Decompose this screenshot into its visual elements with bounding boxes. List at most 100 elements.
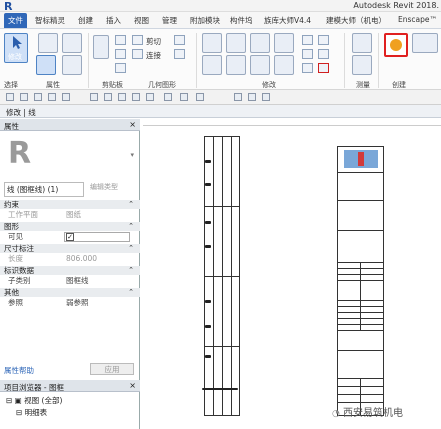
redo-icon[interactable] <box>62 93 70 101</box>
tree-node-label: 视图 (全部) <box>24 396 63 405</box>
create-similar-button[interactable] <box>384 33 408 57</box>
split-icon[interactable] <box>302 35 313 45</box>
title-block-line <box>360 262 361 330</box>
pin-icon[interactable] <box>318 35 329 45</box>
category-label: 图形 <box>4 222 19 231</box>
dimension-qat-icon[interactable] <box>118 93 126 101</box>
offset-button[interactable] <box>226 33 246 53</box>
paste-button[interactable] <box>93 35 109 59</box>
category-label: 标识数据 <box>4 266 34 275</box>
measure-button[interactable] <box>352 33 372 53</box>
save-icon[interactable] <box>20 93 28 101</box>
cut-button[interactable]: 剪切 <box>146 36 161 47</box>
mirror-draw-button[interactable] <box>274 33 294 53</box>
tree-node-schedules[interactable]: ⊟ 明细表 <box>16 407 47 418</box>
type-selector[interactable]: R ▾ <box>4 135 136 177</box>
tab-enscape[interactable]: Enscape™ <box>398 15 437 24</box>
tab-insert[interactable]: 插入 <box>106 15 121 26</box>
logo-mark <box>358 152 364 166</box>
category-label: 尺寸标注 <box>4 244 34 253</box>
tree-node-views[interactable]: ⊟ ▣ 视图 (全部) <box>6 395 62 406</box>
select-all-instances-icon[interactable] <box>115 63 126 73</box>
tab-family-master[interactable]: 族库大师V4.4 <box>264 15 311 26</box>
dimension-button[interactable] <box>352 55 372 75</box>
thin-lines-icon[interactable] <box>196 93 204 101</box>
mirror-axis-button[interactable] <box>250 33 270 53</box>
property-key: 工作平面 <box>8 210 38 219</box>
subcategory-button[interactable] <box>412 33 438 53</box>
quick-access-toolbar <box>0 90 441 105</box>
tag-icon[interactable] <box>132 93 140 101</box>
tab-file[interactable]: 文件 <box>4 13 27 28</box>
cut-geometry-icon[interactable] <box>132 35 143 45</box>
cursor-icon <box>13 36 22 49</box>
tab-view[interactable]: 视图 <box>134 15 149 26</box>
trim-button[interactable] <box>274 55 294 75</box>
category-other[interactable]: 其他 ⌃ <box>0 288 140 297</box>
apply-button[interactable]: 应用 <box>90 363 134 375</box>
print-icon[interactable] <box>90 93 98 101</box>
text-mark <box>205 300 211 303</box>
move-button[interactable] <box>202 55 222 75</box>
tab-modeling-master[interactable]: 建模大师（机电） <box>326 15 386 26</box>
wall-joins-icon[interactable] <box>174 35 185 45</box>
array-icon[interactable] <box>302 49 313 59</box>
tab-smart-label[interactable]: 智标精灵 <box>35 15 65 26</box>
switch-windows-icon[interactable] <box>234 93 242 101</box>
close-icon[interactable]: × <box>129 120 136 129</box>
text-icon[interactable] <box>146 93 154 101</box>
group-clipboard: 剪贴板 <box>102 81 123 89</box>
property-visible: 可见 ✓ <box>0 231 140 242</box>
category-dimensions[interactable]: 尺寸标注 ⌃ <box>0 244 140 253</box>
text-mark <box>205 245 211 248</box>
modify-button[interactable]: 修改 <box>4 33 28 63</box>
tab-manage[interactable]: 管理 <box>162 15 177 26</box>
3d-view-icon[interactable] <box>164 93 172 101</box>
close-icon[interactable]: × <box>129 381 136 390</box>
close-hidden-icon[interactable] <box>248 93 256 101</box>
rotate-button[interactable] <box>250 55 270 75</box>
copy-button[interactable] <box>226 55 246 75</box>
tab-component-dock[interactable]: 构件坞 <box>230 15 253 26</box>
delete-icon[interactable] <box>318 63 329 73</box>
property-key: 可见 <box>8 232 23 241</box>
section-icon[interactable] <box>180 93 188 101</box>
project-browser-title: 项目浏览器 - 图框 <box>4 383 64 392</box>
undo-icon[interactable] <box>48 93 56 101</box>
category-constraints[interactable]: 约束 ⌃ <box>0 200 140 209</box>
tab-create[interactable]: 创建 <box>78 15 93 26</box>
unpin-icon[interactable] <box>318 49 329 59</box>
type-properties-button[interactable] <box>38 33 58 53</box>
visible-checkbox[interactable]: ✓ <box>66 233 74 241</box>
type-filter-dropdown[interactable]: 线 (图框线) (1) <box>4 182 84 197</box>
drawing-canvas[interactable] <box>141 119 441 429</box>
properties-help-link[interactable]: 属性帮助 <box>4 365 34 376</box>
property-reference[interactable]: 参照 弱参照 <box>0 297 140 308</box>
sync-icon[interactable] <box>34 93 42 101</box>
group-modify: 修改 <box>262 81 276 89</box>
join-geometry-icon[interactable] <box>132 49 143 59</box>
type-selector-button[interactable] <box>62 55 82 75</box>
category-identity[interactable]: 标识数据 ⌃ <box>0 266 140 275</box>
property-subcategory[interactable]: 子类别 图框线 <box>0 275 140 286</box>
group-select[interactable]: 选择 <box>4 80 18 90</box>
open-icon[interactable] <box>6 93 14 101</box>
join-button[interactable]: 连接 <box>146 50 161 61</box>
customize-icon[interactable] <box>262 93 270 101</box>
match-type-icon[interactable] <box>115 49 126 59</box>
group-measure: 测量 <box>356 81 370 89</box>
scale-icon[interactable] <box>302 63 313 73</box>
strip-divider <box>204 346 240 347</box>
ribbon-tabs: 文件 智标精灵 创建 插入 视图 管理 附加模块 构件坞 族库大师V4.4 建模… <box>0 12 441 29</box>
copy-icon[interactable] <box>115 35 126 45</box>
measure-qat-icon[interactable] <box>104 93 112 101</box>
property-work-plane: 工作平面 图纸 <box>0 209 140 220</box>
properties-button[interactable] <box>36 55 56 75</box>
align-button[interactable] <box>202 33 222 53</box>
tab-addins[interactable]: 附加模块 <box>190 15 220 26</box>
category-graphics[interactable]: 图形 ⌃ <box>0 222 140 231</box>
property-value: 图框线 <box>66 276 89 285</box>
paint-icon[interactable] <box>174 49 185 59</box>
edit-type-button[interactable]: 编辑类型 <box>90 182 118 192</box>
family-types-button[interactable] <box>62 33 82 53</box>
